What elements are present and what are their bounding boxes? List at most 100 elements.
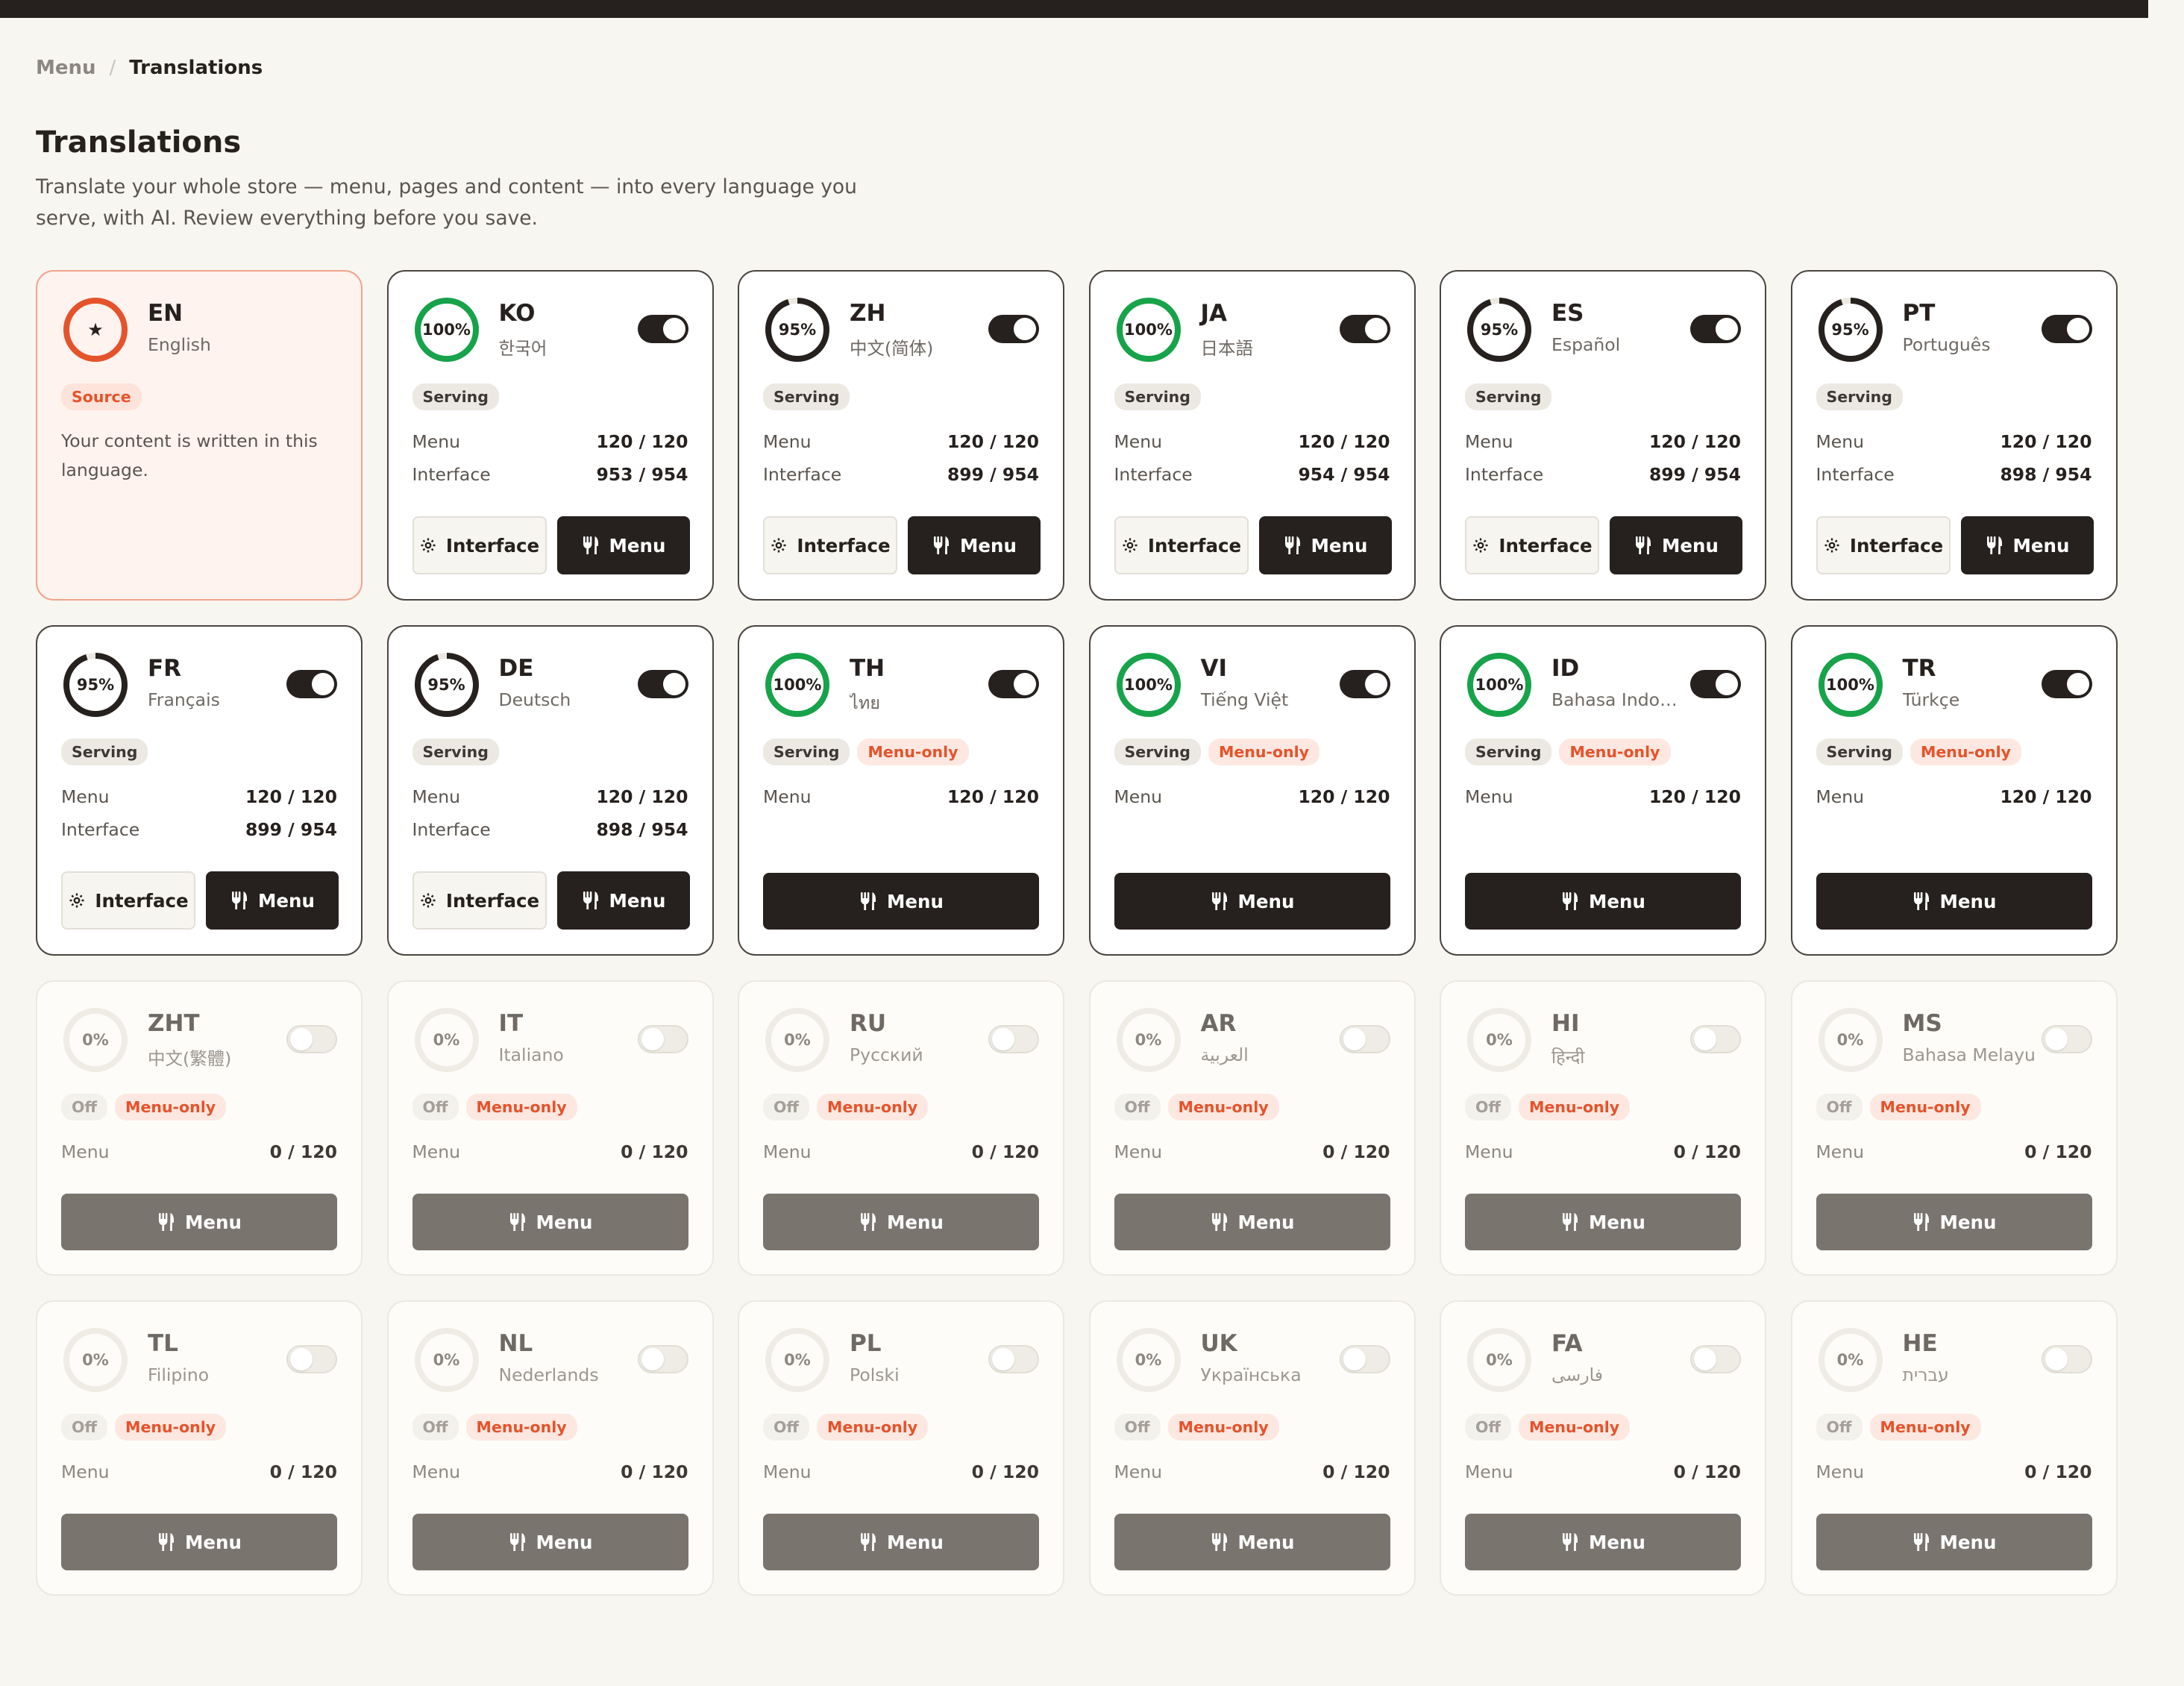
language-code: FR — [148, 655, 182, 682]
enable-toggle[interactable] — [988, 1345, 1039, 1373]
menu-button[interactable]: Menu — [556, 516, 690, 574]
toggle-knob — [1014, 318, 1036, 340]
menu-button[interactable]: Menu — [1114, 1514, 1390, 1570]
language-card-uk: 0% UK Українська Off Menu-only Menu 0 / 120 Men… — [1088, 1300, 1416, 1596]
menu-count-row: Menu 120 / 120 — [763, 786, 1039, 807]
enable-toggle[interactable] — [286, 1345, 337, 1373]
menu-button[interactable]: Menu — [1960, 516, 2094, 574]
gear-icon — [419, 891, 437, 909]
menu-button[interactable]: Menu — [1258, 516, 1392, 574]
interface-button[interactable]: Interface — [412, 516, 547, 574]
enable-toggle[interactable] — [286, 670, 337, 698]
menu-only-badge: Menu-only — [817, 1094, 929, 1121]
progress-ring: 0% — [763, 1326, 832, 1394]
interface-button[interactable]: Interface — [763, 516, 897, 574]
menu-button[interactable]: Menu — [1610, 516, 1742, 574]
enable-toggle[interactable] — [1339, 1345, 1390, 1373]
language-native-name: Português — [1902, 334, 1991, 355]
enable-toggle[interactable] — [286, 1025, 337, 1053]
menu-button[interactable]: Menu — [1465, 873, 1741, 930]
menu-button[interactable]: Menu — [412, 1194, 688, 1250]
enable-toggle[interactable] — [988, 670, 1039, 698]
language-code: PL — [850, 1330, 882, 1357]
interface-button[interactable]: Interface — [1465, 516, 1599, 574]
menu-button[interactable]: Menu — [1816, 873, 2092, 930]
status-badges: Off Menu-only — [1816, 1414, 1981, 1441]
menu-button[interactable]: Menu — [556, 871, 690, 930]
language-code: PT — [1902, 300, 1936, 327]
menu-button[interactable]: Menu — [1465, 1514, 1741, 1570]
menu-count-row: Menu 120 / 120 — [763, 431, 1039, 452]
menu-count-label: Menu — [1465, 1461, 1513, 1482]
language-code: DE — [498, 655, 534, 682]
menu-button[interactable]: Menu — [908, 516, 1041, 574]
interface-button[interactable]: Interface — [1816, 516, 1951, 574]
menu-button[interactable]: Menu — [61, 1514, 337, 1570]
interface-button-label: Interface — [95, 889, 189, 912]
menu-button[interactable]: Menu — [1465, 1194, 1741, 1250]
menu-count-row: Menu 0 / 120 — [412, 1461, 688, 1482]
fork-knife-icon — [581, 890, 600, 911]
enable-toggle[interactable] — [1339, 1025, 1390, 1053]
language-code: ZHT — [148, 1010, 200, 1037]
menu-count-label: Menu — [1114, 1141, 1163, 1162]
status-badge: Serving — [1465, 383, 1552, 410]
enable-toggle[interactable] — [637, 1025, 688, 1053]
menu-only-badge: Menu-only — [1869, 1094, 1981, 1121]
menu-button[interactable]: Menu — [1816, 1514, 2092, 1570]
menu-count-label: Menu — [763, 1141, 812, 1162]
enable-toggle[interactable] — [1339, 670, 1390, 698]
language-code: RU — [850, 1010, 887, 1037]
progress-percent: 95% — [427, 676, 465, 694]
interface-button[interactable]: Interface — [412, 871, 547, 930]
toggle-knob — [1716, 318, 1738, 340]
enable-toggle[interactable] — [988, 315, 1039, 343]
enable-toggle[interactable] — [2041, 1025, 2092, 1053]
language-card-th: 100% TH ไทย Serving Menu-only Menu 120 / 120 Me… — [738, 625, 1064, 956]
menu-button[interactable]: Menu — [763, 1514, 1039, 1570]
menu-count-value: 0 / 120 — [1673, 1461, 1741, 1482]
enable-toggle[interactable] — [637, 315, 688, 343]
menu-button[interactable]: Menu — [763, 873, 1039, 930]
progress-ring: 95% — [61, 651, 130, 719]
enable-toggle[interactable] — [988, 1025, 1039, 1053]
menu-button[interactable]: Menu — [763, 1194, 1039, 1250]
gear-icon — [419, 536, 437, 554]
enable-toggle[interactable] — [2041, 1345, 2092, 1373]
menu-only-badge: Menu-only — [1208, 739, 1320, 765]
top-bar — [0, 0, 2148, 18]
menu-button[interactable]: Menu — [206, 871, 339, 930]
enable-toggle[interactable] — [2041, 315, 2092, 343]
language-native-name: Español — [1551, 334, 1621, 355]
toggle-knob — [992, 1348, 1014, 1370]
interface-button[interactable]: Interface — [1114, 516, 1249, 574]
progress-percent: 95% — [1831, 321, 1869, 339]
enable-toggle[interactable] — [1690, 1345, 1741, 1373]
interface-button[interactable]: Interface — [61, 871, 195, 930]
enable-toggle[interactable] — [1339, 315, 1390, 343]
enable-toggle[interactable] — [1690, 315, 1741, 343]
menu-button-label: Menu — [536, 1531, 593, 1553]
menu-button[interactable]: Menu — [1114, 1194, 1390, 1250]
enable-toggle[interactable] — [637, 670, 688, 698]
language-native-name: Italiano — [498, 1044, 564, 1065]
status-badge: Serving — [763, 383, 850, 410]
menu-button[interactable]: Menu — [1816, 1194, 2092, 1250]
breadcrumb-menu-link[interactable]: Menu — [36, 57, 96, 79]
status-badges: Off Menu-only — [1816, 1094, 1981, 1121]
menu-button[interactable]: Menu — [412, 1514, 688, 1570]
status-badge: Off — [61, 1414, 108, 1441]
toggle-knob — [2066, 673, 2089, 695]
interface-count-row: Interface 899 / 954 — [61, 819, 337, 840]
menu-button[interactable]: Menu — [61, 1194, 337, 1250]
enable-toggle[interactable] — [637, 1345, 688, 1373]
toggle-knob — [1716, 673, 1738, 695]
status-badges: Serving Menu-only — [1465, 739, 1671, 765]
fork-knife-icon — [1560, 1532, 1580, 1552]
menu-count-row: Menu 120 / 120 — [412, 786, 688, 807]
menu-count-row: Menu 0 / 120 — [1114, 1461, 1390, 1482]
enable-toggle[interactable] — [1690, 1025, 1741, 1053]
enable-toggle[interactable] — [1690, 670, 1741, 698]
enable-toggle[interactable] — [2041, 670, 2092, 698]
menu-button[interactable]: Menu — [1114, 873, 1390, 930]
